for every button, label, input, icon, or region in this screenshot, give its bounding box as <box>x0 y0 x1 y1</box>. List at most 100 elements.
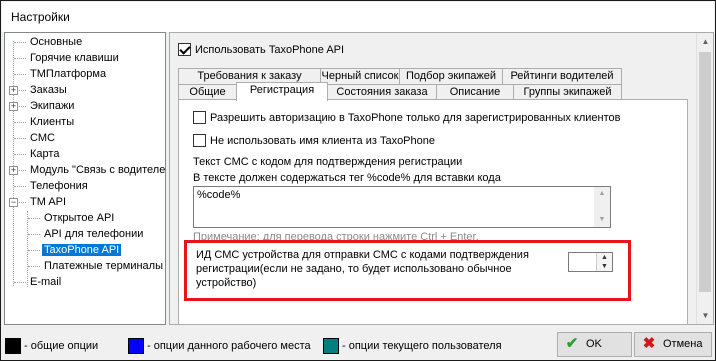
close-icon: ✖ <box>642 335 656 352</box>
memo-scrollbar[interactable]: ▲ ▼ <box>594 187 610 227</box>
tree-line <box>13 41 14 286</box>
spin-down-icon[interactable]: ▼ <box>597 262 612 271</box>
spinner-buttons: ▲ ▼ <box>596 253 612 271</box>
legend-swatch-blue <box>128 338 144 355</box>
tree-line <box>19 202 26 203</box>
sms-text-label: Текст СМС с кодом для подтверждения реги… <box>193 156 463 168</box>
tree-line <box>14 138 26 139</box>
ok-button[interactable]: ✔ OK <box>557 332 632 357</box>
collapse-icon[interactable]: − <box>9 198 18 207</box>
scroll-down-icon[interactable]: ▼ <box>697 307 714 324</box>
tree-line <box>28 234 40 235</box>
tree-item-label: TaxoPhone API <box>42 244 122 256</box>
legend-label: - общие опции <box>24 340 99 353</box>
expand-icon[interactable]: + <box>9 102 18 111</box>
scroll-thumb[interactable] <box>699 52 711 292</box>
tree-item-tm-api[interactable]: TM API <box>28 194 68 210</box>
tree-line <box>14 282 26 283</box>
tree-line <box>28 218 40 219</box>
legend-label: - опции данного рабочего места <box>147 340 311 353</box>
tree-item-tmplatforma[interactable]: ТМПлатформа <box>28 66 108 82</box>
tree-item-label: Заказы <box>30 84 67 96</box>
legend-swatch-black <box>5 338 21 355</box>
tree-item-open-api[interactable]: Открытое API <box>42 210 116 226</box>
settings-tree[interactable]: Основные Горячие клавиши ТМПлатформа + З… <box>4 32 166 325</box>
no-client-name-checkbox[interactable] <box>193 134 206 147</box>
tree-line <box>14 122 26 123</box>
scroll-up-icon[interactable]: ▲ <box>697 33 714 50</box>
legend-user: - опции текущего пользователя <box>323 337 502 355</box>
spin-up-icon[interactable]: ▲ <box>597 253 612 262</box>
tree-item-telephony[interactable]: Телефония <box>28 178 90 194</box>
tree-item-payment-terminals[interactable]: Платежные терминалы <box>42 258 165 274</box>
legend-label: - опции текущего пользователя <box>342 340 502 353</box>
tab-driver-ratings[interactable]: Рейтинги водителей <box>502 68 622 85</box>
tree-item-label: Экипажи <box>30 100 75 112</box>
title-bar: Настройки <box>2 2 714 32</box>
use-api-label: Использовать TaxoPhone API <box>195 43 345 56</box>
scroll-up-icon[interactable]: ▲ <box>594 187 610 201</box>
tree-line <box>19 90 26 91</box>
settings-window: Настройки Основные Горячие клавиши ТМПла… <box>0 0 716 361</box>
tree-item-orders[interactable]: Заказы <box>28 82 69 98</box>
panel-scrollbar[interactable]: ▲ ▼ <box>696 33 713 324</box>
allow-registered-only-option[interactable]: Разрешить авторизацию в TaxoPhone только… <box>193 111 620 124</box>
tree-item-label: СМС <box>30 132 55 144</box>
sms-text-value: %code% <box>197 189 241 201</box>
tree-item-label: API для телефонии <box>44 228 144 240</box>
sms-text-hint: В тексте должен содержаться тег %code% д… <box>193 172 501 184</box>
tree-item-clients[interactable]: Клиенты <box>28 114 76 130</box>
tree-item-label: Основные <box>30 36 83 48</box>
tree-item-hotkeys[interactable]: Горячие клавиши <box>28 50 121 66</box>
tree-line <box>14 154 26 155</box>
tree-item-sms[interactable]: СМС <box>28 130 57 146</box>
tree-item-driver-link[interactable]: Модуль "Связь с водителе <box>28 162 166 178</box>
allow-registered-only-label: Разрешить авторизацию в TaxoPhone только… <box>210 111 621 124</box>
window-title: Настройки <box>11 10 70 24</box>
scroll-down-icon[interactable]: ▼ <box>594 213 610 227</box>
tree-item-label: Телефония <box>30 180 88 192</box>
sms-device-id-spinner[interactable]: ▲ ▼ <box>568 252 613 272</box>
tree-item-label: E-mail <box>30 276 62 288</box>
tree-item-label: Платежные терминалы <box>44 260 163 272</box>
sms-text-input[interactable]: %code% ▲ ▼ <box>193 186 611 228</box>
tab-crew-selection[interactable]: Подбор экипажей <box>399 68 503 85</box>
tree-item-taxophone-api[interactable]: TaxoPhone API <box>42 242 122 258</box>
tree-item-label: Модуль "Связь с водителе <box>30 164 166 176</box>
cancel-button-label: Отмена <box>663 338 703 350</box>
tree-line <box>19 170 26 171</box>
legend-workstation: - опции данного рабочего места <box>128 337 311 355</box>
ok-button-label: OK <box>586 338 602 350</box>
tree-line <box>14 58 26 59</box>
tree-item-label: ТМПлатформа <box>30 68 107 80</box>
no-client-name-option[interactable]: Не использовать имя клиента из TaxoPhone <box>193 134 435 147</box>
tree-line <box>14 42 26 43</box>
tree-item-label: Открытое API <box>44 212 115 224</box>
tree-item-telephony-api[interactable]: API для телефонии <box>42 226 145 242</box>
tree-item-label: Карта <box>30 148 60 160</box>
tree-item-osnovnye[interactable]: Основные <box>28 34 84 50</box>
tree-item-label: Клиенты <box>30 116 75 128</box>
legend-swatch-teal <box>323 338 339 355</box>
tree-item-crews[interactable]: Экипажи <box>28 98 76 114</box>
tree-line <box>28 250 40 251</box>
tree-line <box>14 74 26 75</box>
tree-line <box>19 106 26 107</box>
tree-line <box>28 266 40 267</box>
tree-line <box>14 186 26 187</box>
tab-blacklist[interactable]: Черный список <box>320 68 400 85</box>
expand-icon[interactable]: + <box>9 86 18 95</box>
sms-device-label-line1: ИД СМС устройства для отправки СМС с код… <box>196 249 529 261</box>
cancel-button[interactable]: ✖ Отмена <box>634 332 712 357</box>
tab-registration[interactable]: Регистрация <box>236 82 328 101</box>
registration-tab-page: Разрешить авторизацию в TaxoPhone только… <box>178 99 688 325</box>
use-api-checkbox[interactable] <box>178 43 191 56</box>
expand-icon[interactable]: + <box>9 166 18 175</box>
use-api-option[interactable]: Использовать TaxoPhone API <box>178 43 344 56</box>
check-icon: ✔ <box>565 335 579 352</box>
tree-item-map[interactable]: Карта <box>28 146 61 162</box>
tree-item-label: Горячие клавиши <box>30 52 119 64</box>
sms-device-label-line3: устройство) <box>196 277 257 289</box>
allow-registered-only-checkbox[interactable] <box>193 111 206 124</box>
tree-item-email[interactable]: E-mail <box>28 274 63 290</box>
